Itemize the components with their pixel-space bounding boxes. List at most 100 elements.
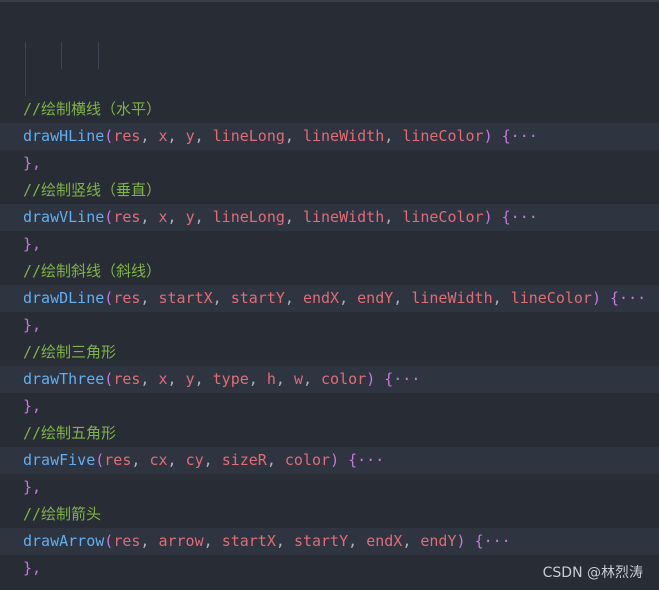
function-name: drawDLine [23,289,105,307]
function-name: drawThree [23,370,105,388]
comma: , [140,127,159,145]
comma: , [203,532,222,550]
parameter: endX [302,289,340,307]
closing-line[interactable]: }, [0,231,659,258]
parameter: lineLong [212,127,285,145]
closing-line[interactable]: }, [0,150,659,177]
function-line[interactable]: drawHLine(res, x, y, lineLong, lineWidth… [0,123,659,150]
open-paren: ( [104,208,114,226]
closing-brace: }, [23,235,42,253]
comma: , [248,370,267,388]
parameter: w [293,370,303,388]
closing-brace: }, [23,316,42,334]
comma: , [194,208,213,226]
comment-text: //绘制箭头 [23,505,102,523]
header-comment-open[interactable]: /* ================== [0,15,659,42]
comma: , [393,289,412,307]
function-name: drawVLine [23,208,105,226]
code-editor[interactable]: /* ================== 线 ================… [0,0,659,590]
editor-top-border [0,0,659,2]
function-line[interactable]: drawFive(res, cx, cy, sizeR, color) {··· [0,447,659,474]
header-comment-close[interactable]: ==================== */ [0,69,659,96]
comma: , [384,127,403,145]
fold-marker[interactable]: {··· [502,127,538,145]
closing-brace: }, [23,397,42,415]
function-name: drawFive [23,451,96,469]
comma: , [194,127,213,145]
close-paren: ) [456,532,466,550]
close-paren: ) [483,127,493,145]
comma: , [275,532,294,550]
parameter: lineColor [510,289,592,307]
parameter: endX [366,532,403,550]
parameter: x [158,370,168,388]
parameter: res [113,289,141,307]
comment-line[interactable]: //绘制五角形 [0,420,659,447]
watermark: CSDN @林烈涛 [542,565,643,581]
parameter: type [212,370,249,388]
parameter: lineLong [212,208,285,226]
comment-text: //绘制五角形 [23,424,117,442]
parameter: startX [221,532,276,550]
comma: , [275,370,294,388]
comma: , [284,127,303,145]
parameter: startY [293,532,349,550]
close-paren: ) [483,208,493,226]
function-name: drawHLine [23,127,105,145]
closing-brace: }, [23,559,42,577]
parameter: arrow [158,532,204,550]
comment-text: //绘制斜线（斜线） [23,262,162,280]
comma: , [167,208,186,226]
comma: , [339,289,358,307]
parameter: lineWidth [302,208,385,226]
fold-marker[interactable]: {··· [348,451,384,469]
parameter: startX [158,289,213,307]
comment-text: //绘制三角形 [23,343,117,361]
function-line[interactable]: drawThree(res, x, y, type, h, w, color) … [0,366,659,393]
comma: , [302,370,322,388]
comment-line[interactable]: //绘制斜线（斜线） [0,258,659,285]
comment-line[interactable]: //绘制横线（水平） [0,96,659,123]
closing-brace: }, [23,478,42,496]
function-line[interactable]: drawDLine(res, startX, startY, endX, end… [0,285,659,312]
comment-line[interactable]: //绘制三角形 [0,339,659,366]
close-paren: ) [330,451,340,469]
comma: , [167,127,186,145]
function-line[interactable]: drawVLine(res, x, y, lineLong, lineWidth… [0,204,659,231]
parameter: cy [185,451,204,469]
comma: , [140,208,159,226]
close-paren: ) [366,370,376,388]
parameter: sizeR [221,451,267,469]
parameter: color [321,370,367,388]
fold-marker[interactable]: {··· [502,208,538,226]
closing-brace: }, [23,154,42,172]
parameter: x [158,208,168,226]
closing-line[interactable]: }, [0,393,659,420]
parameter: x [158,127,168,145]
parameter: lineWidth [302,127,385,145]
comment-line[interactable]: //绘制箭头 [0,501,659,528]
comma: , [194,370,213,388]
function-line[interactable]: drawArrow(res, arrow, startX, startY, en… [0,528,659,555]
parameter: h [266,370,276,388]
comma: , [203,451,222,469]
comma: , [167,370,186,388]
closing-line[interactable]: }, [0,312,659,339]
parameter: endY [420,532,457,550]
header-comment-title[interactable]: 线 [0,42,659,69]
parameter: res [113,208,141,226]
comma: , [492,289,511,307]
fold-marker[interactable]: {··· [384,370,420,388]
comment-text: //绘制竖线（垂直） [23,181,162,199]
fold-marker[interactable]: {··· [610,289,646,307]
close-paren: ) [591,289,601,307]
closing-line[interactable]: }, [0,474,659,501]
comma: , [131,451,150,469]
fold-marker[interactable]: {··· [475,532,511,550]
comment-line[interactable]: //绘制竖线（垂直） [0,177,659,204]
parameter: y [185,370,195,388]
parameter: res [113,370,141,388]
comma: , [266,451,285,469]
comma: , [402,532,421,550]
parameter: y [185,127,195,145]
